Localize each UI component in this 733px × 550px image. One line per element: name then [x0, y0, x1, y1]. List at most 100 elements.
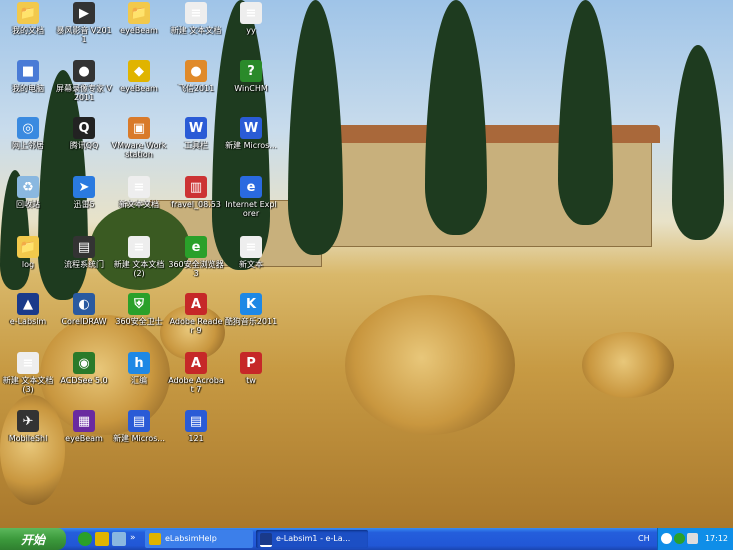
- desktop-icon[interactable]: ≡ 新建 文本文档: [168, 2, 224, 35]
- desktop-icon-label: 新建 文本文档: [170, 26, 222, 35]
- desktop-app-icon: ➤: [73, 176, 95, 198]
- quicklaunch-browser-icon[interactable]: [78, 532, 92, 546]
- ime-indicator[interactable]: CH: [638, 528, 650, 550]
- desktop-icon[interactable]: ≡ 新文本文档: [111, 176, 167, 209]
- desktop-icon[interactable]: ⛨ 360安全卫士: [111, 293, 167, 326]
- desktop-icon[interactable]: Ptw: [223, 352, 279, 385]
- clock[interactable]: 17:12: [705, 528, 728, 550]
- desktop-icon[interactable]: ● 屏幕录像专家 V2011: [56, 60, 112, 102]
- desktop-app-icon: ◎: [17, 117, 39, 139]
- desktop-app-icon: ◐: [73, 293, 95, 315]
- desktop-app-icon: e: [185, 236, 207, 258]
- desktop-app-icon: ▣: [128, 117, 150, 139]
- desktop-icon-label: 飞信2011: [177, 84, 215, 93]
- desktop-icon[interactable]: ◆ eyeBeam: [111, 60, 167, 93]
- desktop-icon-label: 屏幕录像专家 V2011: [56, 84, 113, 102]
- desktop-app-icon: ▤: [128, 410, 150, 432]
- desktop-icon[interactable]: ? WinCHM: [223, 60, 279, 93]
- desktop-icon[interactable]: K 酷狗音乐2011: [223, 293, 279, 326]
- desktop-icon-label: 回收站: [16, 200, 40, 209]
- desktop-icon-label: 新文本: [239, 260, 263, 269]
- desktop-icon[interactable]: W 工具栏: [168, 117, 224, 150]
- desktop-icon-label: eyeBeam: [120, 84, 158, 93]
- desktop-app-icon: ●: [185, 60, 207, 82]
- desktop-icon[interactable]: W 新建 Micros...: [223, 117, 279, 150]
- desktop-app-icon: ■: [17, 60, 39, 82]
- desktop-app-icon: 📁: [17, 236, 39, 258]
- tray-security-icon[interactable]: [674, 533, 685, 544]
- cypress-tree: [558, 0, 613, 225]
- desktop-app-icon: ≡: [128, 236, 150, 258]
- desktop-icon[interactable]: e 360安全浏览器 3: [168, 236, 224, 278]
- quicklaunch-folder-icon[interactable]: [95, 532, 109, 546]
- desktop-icon[interactable]: ♻ 回收站: [0, 176, 56, 209]
- desktop-icon-label: WinCHM: [234, 84, 268, 93]
- desktop-app-icon: W: [185, 117, 207, 139]
- desktop-app-icon: W: [240, 117, 262, 139]
- desktop-icon[interactable]: ▥ fravel_08.53: [168, 176, 224, 209]
- desktop-app-icon: ?: [240, 60, 262, 82]
- tray-volume-icon[interactable]: [687, 533, 698, 544]
- desktop-icon-label: fravel_08.53: [171, 200, 221, 209]
- desktop-icon[interactable]: ▤ 流程系统门: [56, 236, 112, 269]
- desktop-app-icon: A: [185, 352, 207, 374]
- desktop-icon[interactable]: ◐ CorelDRAW: [56, 293, 112, 326]
- taskbar: 开始 » eLabsimHelp e-Labsim1 - e-La... CH …: [0, 528, 733, 550]
- desktop-icon[interactable]: A Adobe Acrobat 7: [168, 352, 224, 394]
- desktop-icon-label: VMware Workstation: [111, 141, 167, 159]
- desktop-icon[interactable]: ≡ 新建 文本文档 (2): [111, 236, 167, 278]
- desktop-icon[interactable]: ▤ 新建 Micros...: [111, 410, 167, 443]
- desktop-app-icon: ≡: [17, 352, 39, 374]
- desktop-app-icon: ▥: [185, 176, 207, 198]
- desktop-icon[interactable]: ▶ 暴风影音 V2011: [56, 2, 112, 44]
- desktop-icon[interactable]: ➤ 迅雷5: [56, 176, 112, 209]
- desktop-icon[interactable]: 📁 我的文档: [0, 2, 56, 35]
- start-button[interactable]: 开始: [0, 528, 66, 550]
- desktop-icon[interactable]: e Internet Explorer: [223, 176, 279, 218]
- quicklaunch-more-icon[interactable]: »: [130, 528, 136, 548]
- desktop-icon-label: tw: [246, 376, 256, 385]
- desktop-icon[interactable]: ▲ e-Labsim: [0, 293, 56, 326]
- desktop-icon-label: e-Labsim: [9, 317, 47, 326]
- desktop-icon-label: 新建 文本文档 (2): [113, 260, 165, 278]
- hay-bale: [582, 332, 674, 398]
- desktop-icon[interactable]: ✈ MobileShl: [0, 410, 56, 443]
- desktop-app-icon: ⛨: [128, 293, 150, 315]
- tray-network-icon[interactable]: [661, 533, 672, 544]
- desktop-app-icon: h: [128, 352, 150, 374]
- task-button-elabsimhelp[interactable]: eLabsimHelp: [145, 530, 253, 548]
- desktop-icon[interactable]: ● 飞信2011: [168, 60, 224, 93]
- desktop-app-icon: ≡: [240, 236, 262, 258]
- hay-bale: [345, 295, 515, 435]
- cypress-tree: [288, 0, 343, 255]
- desktop-icon[interactable]: ▣ VMware Workstation: [111, 117, 167, 159]
- system-tray: 17:12: [657, 528, 733, 550]
- desktop-icon[interactable]: ≡ yy: [223, 2, 279, 35]
- desktop-icon[interactable]: h 汇编: [111, 352, 167, 385]
- desktop-icon[interactable]: ▦ eyeBeam: [56, 410, 112, 443]
- desktop-icon[interactable]: ■ 我的电脑: [0, 60, 56, 93]
- quicklaunch-desktop-icon[interactable]: [112, 532, 126, 546]
- task-button-elabsim1[interactable]: e-Labsim1 - e-La...: [256, 530, 368, 548]
- desktop-icon[interactable]: ◎ 网上邻居: [0, 117, 56, 150]
- desktop-icon[interactable]: ▤ 121: [168, 410, 224, 443]
- cypress-tree: [672, 45, 724, 240]
- desktop-icon-label: Adobe Reader 9: [169, 317, 223, 335]
- desktop-app-icon: ▦: [73, 410, 95, 432]
- desktop-icon[interactable]: ≡ 新文本: [223, 236, 279, 269]
- desktop-app-icon: 📁: [17, 2, 39, 24]
- desktop-icon[interactable]: ◉ ACDSee 5.0: [56, 352, 112, 385]
- desktop-app-icon: ▤: [73, 236, 95, 258]
- cypress-tree: [425, 0, 487, 235]
- desktop-app-icon: ●: [73, 60, 95, 82]
- desktop-icon[interactable]: 📁 log: [0, 236, 56, 269]
- elabsim-icon: [260, 533, 272, 547]
- desktop-app-icon: P: [240, 352, 262, 374]
- desktop-icon[interactable]: ≡ 新建 文本文档 (3): [0, 352, 56, 394]
- desktop-icon[interactable]: A Adobe Reader 9: [168, 293, 224, 335]
- desktop-app-icon: Q: [73, 117, 95, 139]
- desktop-app-icon: ≡: [128, 176, 150, 198]
- desktop-icon[interactable]: Q 腾讯QQ: [56, 117, 112, 150]
- desktop-icon-label: 360安全卫士: [115, 317, 163, 326]
- desktop-icon[interactable]: 📁 eyeBeam: [111, 2, 167, 35]
